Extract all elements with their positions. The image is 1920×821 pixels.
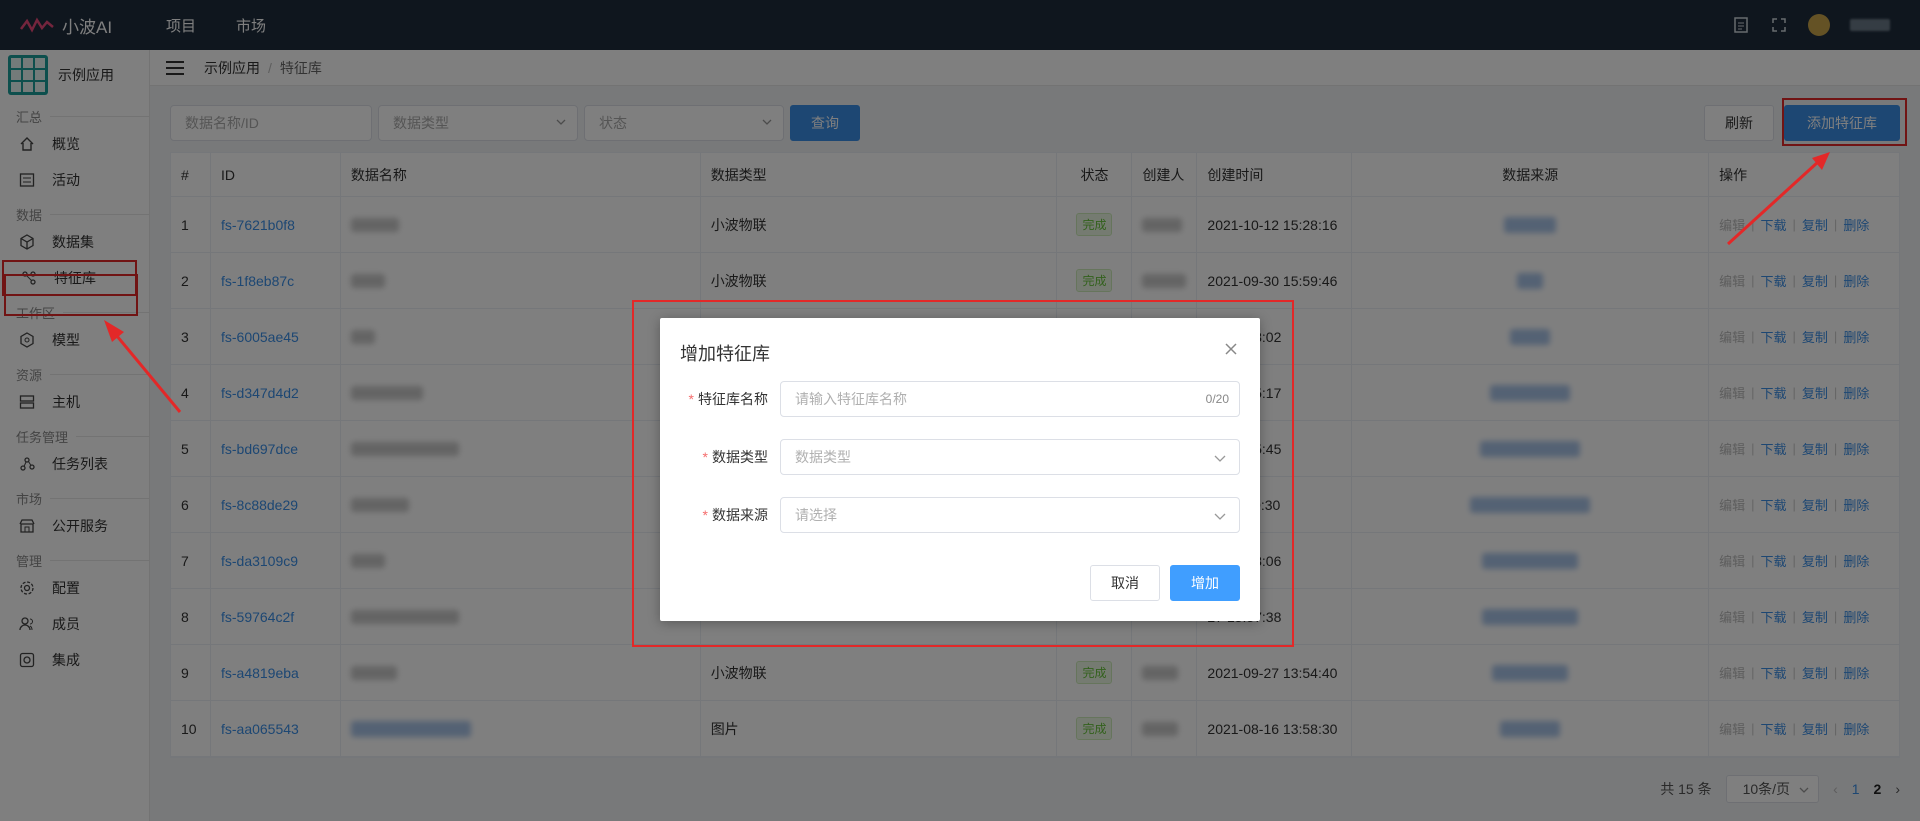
required-mark: * — [702, 507, 708, 523]
add-feature-store-dialog: 增加特征库 * 特征库名称 请输入特征库名称 0/20 * 数据类型 数据类型 * 数… — [660, 318, 1260, 621]
dialog-title: 增加特征库 — [680, 344, 770, 364]
field-data-type: * 数据类型 数据类型 — [680, 439, 1240, 475]
required-mark: * — [702, 449, 708, 465]
field-label: * 特征库名称 — [680, 389, 780, 409]
field-label: * 数据类型 — [680, 447, 780, 467]
required-mark: * — [688, 391, 694, 407]
select-placeholder: 数据类型 — [795, 449, 851, 465]
chevron-down-icon — [1214, 513, 1226, 520]
char-counter: 0/20 — [1205, 392, 1229, 406]
field-feature-store-name: * 特征库名称 请输入特征库名称 0/20 — [680, 381, 1240, 417]
input-placeholder: 请输入特征库名称 — [795, 391, 907, 407]
field-data-source: * 数据来源 请选择 — [680, 497, 1240, 533]
field-label-text: 数据来源 — [712, 507, 768, 523]
data-type-select[interactable]: 数据类型 — [780, 439, 1240, 475]
data-source-select[interactable]: 请选择 — [780, 497, 1240, 533]
close-icon[interactable] — [1224, 342, 1238, 356]
feature-store-name-input[interactable]: 请输入特征库名称 0/20 — [780, 381, 1240, 417]
chevron-down-icon — [1214, 455, 1226, 462]
field-label-text: 特征库名称 — [698, 391, 768, 407]
field-label: * 数据来源 — [680, 505, 780, 525]
add-button[interactable]: 增加 — [1170, 565, 1240, 601]
dialog-buttons: 取消 增加 — [1090, 565, 1240, 601]
select-placeholder: 请选择 — [795, 507, 837, 523]
cancel-button[interactable]: 取消 — [1090, 565, 1160, 601]
field-label-text: 数据类型 — [712, 449, 768, 465]
